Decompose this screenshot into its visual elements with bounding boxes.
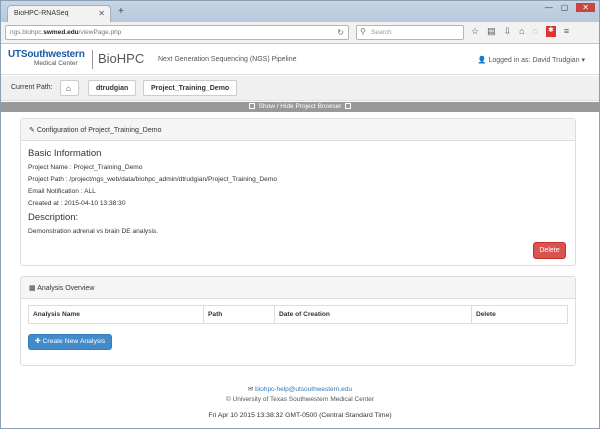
chat-icon[interactable]: ◌: [533, 26, 538, 37]
project-browser-toggle[interactable]: Show / Hide Project Browser: [1, 102, 599, 112]
copyright-text: © University of Texas Southwestern Medic…: [225, 396, 375, 403]
new-tab-icon[interactable]: +: [118, 6, 124, 17]
minimize-icon[interactable]: —: [545, 3, 553, 12]
address-bar[interactable]: ngs.biohpc.swmed.edu/viewPage.php ↻: [5, 25, 349, 40]
tab-bar: BioHPC-RNASeq ✕ + — ▢ ✕: [1, 1, 599, 22]
download-icon[interactable]: ⇩: [504, 26, 512, 37]
user-menu[interactable]: 👤 Logged in as: David Trudgian ▾: [478, 56, 585, 64]
column-analysis-name: Analysis Name: [29, 306, 204, 323]
url-domain: swmed.edu: [43, 29, 79, 36]
toggle-left-icon: [248, 103, 255, 109]
caret-down-icon: ▾: [581, 57, 585, 64]
help-email-link[interactable]: biohpc-help@utsouthwestern.edu: [255, 386, 352, 393]
addon-icon[interactable]: ✱: [545, 26, 556, 37]
user-icon: 👤: [477, 57, 487, 64]
edit-icon: ✎: [29, 127, 35, 134]
column-path: Path: [204, 306, 275, 323]
utsw-logo[interactable]: UTSouthwestern Medical Center: [8, 49, 85, 67]
create-analysis-label: Create New Analysis: [42, 338, 106, 345]
analysis-overview-panel: ▦ Analysis Overview Analysis Name Path D…: [20, 276, 576, 366]
chart-icon: ▦: [29, 285, 36, 292]
maximize-icon[interactable]: ▢: [561, 3, 569, 12]
email-notification: Email Notification : ALL: [28, 188, 96, 195]
timestamp: Fri Apr 10 2015 13:38:32 GMT-0500 (Centr…: [208, 412, 392, 419]
browser-tab[interactable]: BioHPC-RNASeq ✕: [7, 5, 111, 22]
toggle-right-icon: [345, 103, 352, 109]
breadcrumb-home-button[interactable]: ⌂: [60, 80, 79, 96]
search-input[interactable]: ⚲ Search: [356, 25, 464, 40]
configuration-panel-header: ✎ Configuration of Project_Training_Demo: [21, 119, 575, 141]
envelope-icon: ✉: [247, 386, 254, 393]
configuration-panel: ✎ Configuration of Project_Training_Demo…: [20, 118, 576, 266]
login-label: Logged in as: David Trudgian: [488, 57, 580, 64]
description-heading: Description:: [28, 212, 79, 223]
logo-text: UTSouthwestern: [8, 49, 85, 60]
url-prefix: ngs.biohpc.: [10, 29, 44, 36]
bookmark-star-icon[interactable]: ☆: [471, 26, 479, 37]
logo-subtext: Medical Center: [34, 60, 78, 67]
breadcrumb-item-project[interactable]: Project_Training_Demo: [143, 80, 238, 96]
reload-icon[interactable]: ↻: [337, 28, 344, 37]
close-tab-icon[interactable]: ✕: [98, 9, 105, 18]
site-header: UTSouthwestern Medical Center BioHPC Nex…: [1, 45, 599, 75]
brand-name[interactable]: BioHPC: [98, 51, 144, 66]
url-path: /viewPage.php: [78, 29, 122, 36]
home-icon[interactable]: ⌂: [519, 26, 524, 37]
description-text: Demonstration adrenal vs brain DE analys…: [28, 228, 159, 235]
browser-window: BioHPC-RNASeq ✕ + — ▢ ✕ ngs.biohpc.swmed…: [0, 0, 600, 429]
window-controls: — ▢ ✕: [545, 3, 595, 12]
toggle-label: Show / Hide Project Browser: [258, 103, 342, 110]
site-subtitle: Next Generation Sequencing (NGS) Pipelin…: [158, 56, 297, 63]
basic-info-heading: Basic Information: [28, 148, 102, 159]
search-placeholder: Search: [371, 29, 392, 36]
close-window-icon[interactable]: ✕: [576, 3, 595, 12]
home-icon: ⌂: [66, 84, 71, 93]
toolbar-icons: ☆ ▤ ⇩ ⌂ ◌ ✱ ≡: [471, 26, 569, 37]
breadcrumb-label: Current Path:: [11, 84, 53, 91]
project-name: Project Name : Project_Training_Demo: [28, 164, 143, 171]
analysis-panel-title: Analysis Overview: [37, 285, 95, 292]
column-date-of-creation: Date of Creation: [275, 306, 472, 323]
header-divider: [92, 50, 93, 69]
bookmarks-list-icon[interactable]: ▤: [487, 26, 496, 37]
project-path: Project Path : /project/ngs_web/data/bio…: [28, 176, 277, 183]
configuration-panel-title: Configuration of Project_Training_Demo: [36, 127, 162, 134]
analysis-table-header: Analysis Name Path Date of Creation Dele…: [28, 305, 568, 324]
search-icon: ⚲: [360, 27, 366, 36]
analysis-panel-header: ▦ Analysis Overview: [21, 277, 575, 299]
menu-icon[interactable]: ≡: [564, 26, 569, 37]
breadcrumb-item-user[interactable]: dtrudgian: [88, 80, 137, 96]
plus-icon: ✚: [34, 338, 41, 345]
page-footer: ✉ biohpc-help@utsouthwestern.edu © Unive…: [1, 385, 599, 419]
column-delete: Delete: [476, 311, 496, 318]
create-new-analysis-button[interactable]: ✚ Create New Analysis: [28, 334, 112, 350]
created-at: Created at : 2015-04-10 13:38:30: [28, 200, 126, 207]
delete-project-button[interactable]: Delete: [533, 242, 566, 259]
breadcrumb: Current Path: ⌂ dtrudgian Project_Traini…: [1, 76, 599, 101]
navigation-bar: ngs.biohpc.swmed.edu/viewPage.php ↻ ⚲ Se…: [1, 22, 599, 44]
tab-title: BioHPC-RNASeq: [14, 10, 69, 17]
